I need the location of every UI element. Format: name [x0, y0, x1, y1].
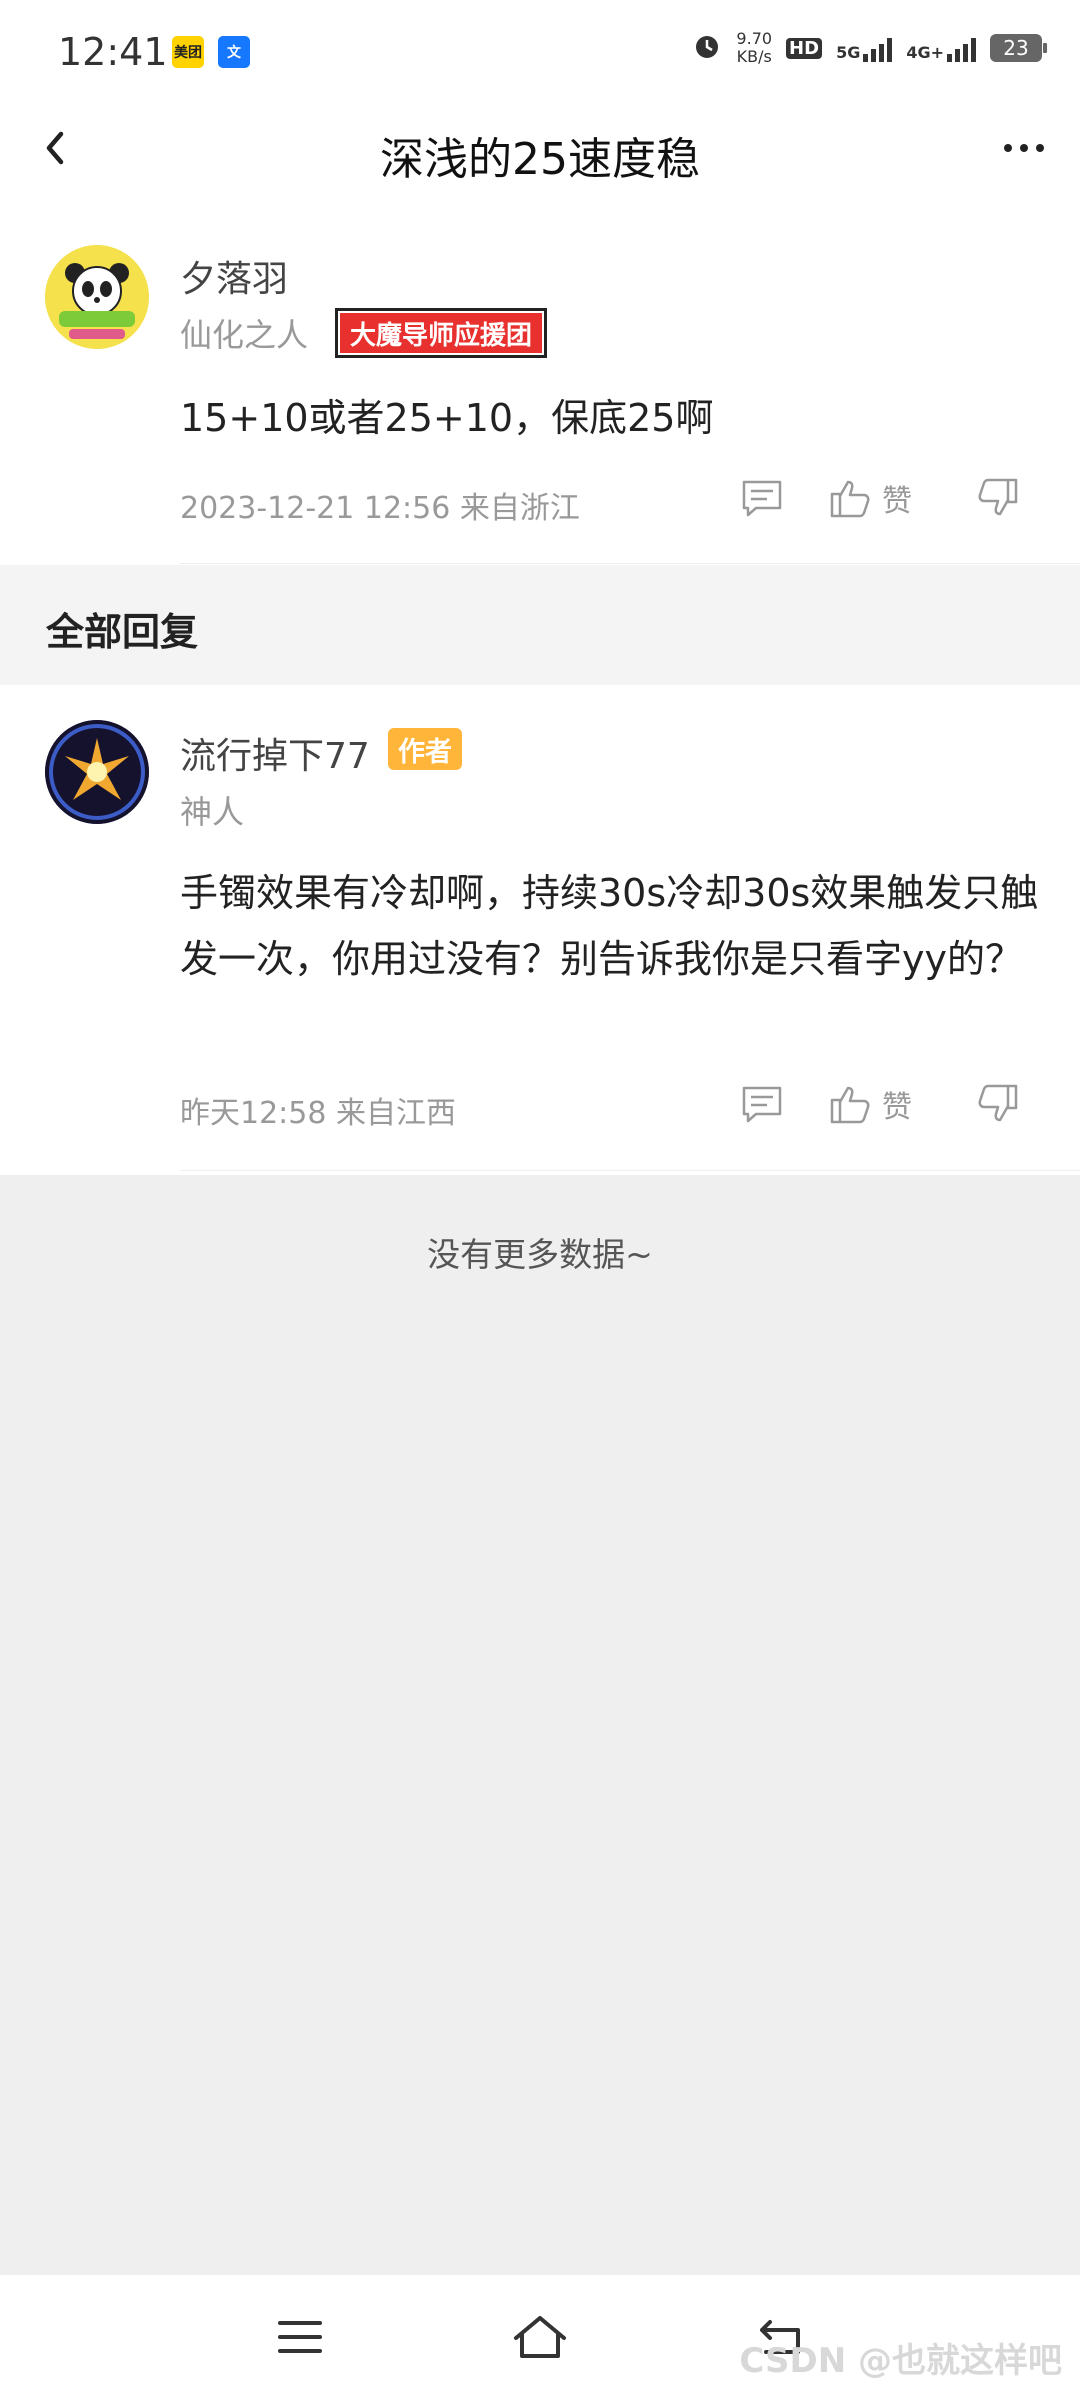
divider — [180, 1170, 1080, 1171]
no-more-data-text: 没有更多数据~ — [427, 1235, 653, 1274]
net-speed: 9.70 KB/s — [736, 30, 772, 66]
hd-indicator: HD — [786, 37, 823, 59]
status-time: 12:41 — [58, 30, 168, 74]
dislike-button[interactable] — [976, 476, 1020, 520]
system-nav-bar: CSDN @也就这样吧 — [0, 2275, 1080, 2400]
signal-5g: 5G — [836, 34, 893, 62]
post-author-name[interactable]: 夕落羽 — [180, 250, 288, 302]
watermark: CSDN @也就这样吧 — [739, 2341, 1062, 2381]
reply-dislike-button[interactable] — [976, 1082, 1020, 1126]
panda-avatar-icon — [45, 245, 149, 349]
reply-author-name[interactable]: 流行掉下77 — [180, 727, 370, 779]
signal-4g: 4G+ — [906, 34, 976, 62]
dot — [1004, 144, 1012, 152]
battery-icon: 23 — [990, 34, 1047, 62]
like-label: 赞 — [882, 1090, 912, 1125]
signal-bars-icon — [863, 34, 893, 62]
post-time-location: 2023-12-21 12:56 来自浙江 — [180, 491, 580, 526]
reply-avatar[interactable] — [45, 720, 149, 824]
net-speed-unit: KB/s — [736, 47, 772, 66]
post-content: 15+10或者25+10，保底25啊 — [180, 396, 714, 440]
reply-author-title: 神人 — [180, 793, 245, 831]
thumbs-up-icon — [830, 1086, 870, 1124]
reply-like-button[interactable]: 赞 — [828, 1082, 912, 1126]
meituan-app-icon: 美团 — [172, 36, 204, 68]
more-options-button[interactable] — [996, 123, 1052, 173]
signal-4g-label: 4G+ — [906, 43, 944, 62]
menu-button[interactable] — [260, 2305, 340, 2369]
section-title: 全部回复 — [46, 610, 199, 654]
dot — [1020, 144, 1028, 152]
reply-comment-button[interactable] — [740, 1084, 784, 1124]
divider — [180, 563, 1080, 564]
comment-button[interactable] — [740, 478, 784, 518]
post-author-title: 仙化之人 — [180, 316, 309, 354]
flame-avatar-icon — [45, 720, 149, 824]
net-speed-value: 9.70 — [736, 29, 773, 48]
thumbs-up-icon — [830, 480, 870, 518]
signal-5g-label: 5G — [836, 43, 861, 62]
translate-app-icon: 文 — [218, 36, 250, 68]
page-title: 深浅的25速度稳 — [380, 134, 700, 185]
replies-section-header: 全部回复 — [0, 565, 1080, 685]
nav-bar: 深浅的25速度稳 — [0, 105, 1080, 195]
dot — [1036, 144, 1044, 152]
like-button[interactable]: 赞 — [828, 476, 912, 520]
reply-time-location: 昨天12:58 来自江西 — [180, 1096, 456, 1131]
user-avatar[interactable] — [45, 245, 149, 349]
thumbs-down-icon — [978, 478, 1018, 516]
like-label: 赞 — [882, 484, 912, 519]
status-indicators: 9.70 KB/s HD 5G 4G+ 23 — [692, 30, 1047, 66]
fan-group-badge[interactable]: 大魔导师应援团 — [335, 308, 548, 358]
signal-bars-icon — [947, 34, 976, 62]
comment-icon — [742, 1086, 782, 1123]
author-badge: 作者 — [388, 728, 462, 770]
thumbs-down-icon — [978, 1084, 1018, 1122]
comment-icon — [742, 480, 782, 517]
alarm-icon — [692, 31, 722, 66]
menu-icon — [278, 2321, 322, 2353]
reply-content: 手镯效果有冷却啊，持续30s冷却30s效果触发只触发一次，你用过没有？别告诉我你… — [180, 871, 1039, 981]
home-icon — [514, 2316, 566, 2358]
status-bar: 12:41 美团 文 9.70 KB/s HD 5G 4G+ 23 — [0, 0, 1080, 105]
home-button[interactable] — [500, 2305, 580, 2369]
